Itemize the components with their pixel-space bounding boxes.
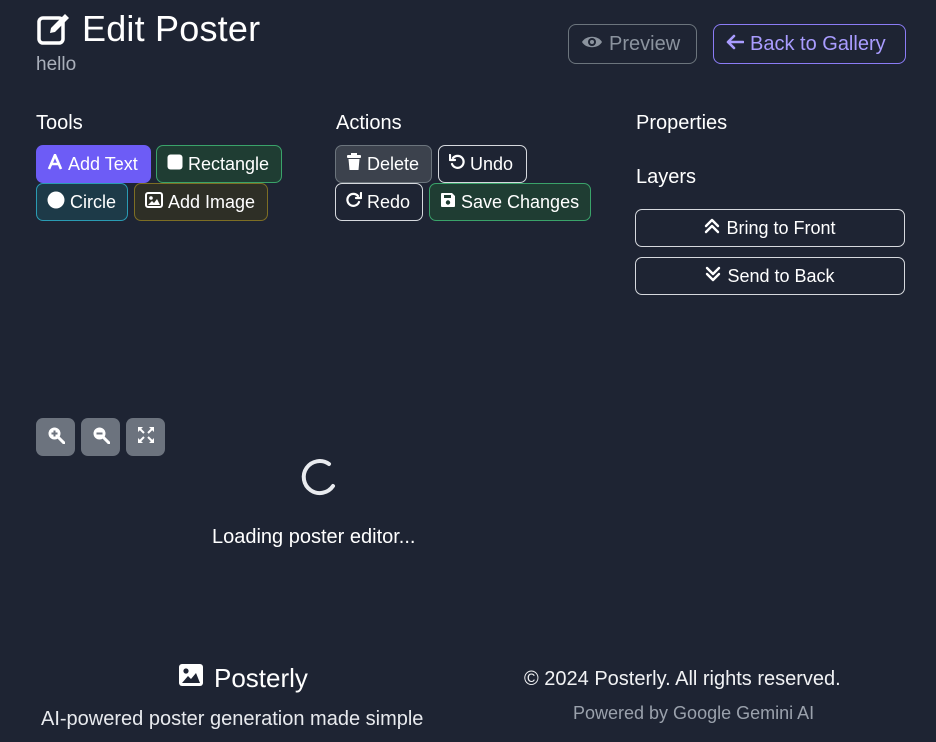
circle-button[interactable]: Circle: [36, 183, 128, 221]
fit-to-screen-button[interactable]: [126, 418, 165, 456]
eye-icon: [581, 33, 603, 56]
image-icon: [178, 663, 204, 694]
arrow-left-icon: [726, 33, 745, 56]
send-to-back-button[interactable]: Send to Back: [635, 257, 905, 295]
add-text-label: Add Text: [68, 153, 138, 174]
square-icon: [167, 154, 183, 175]
add-text-button[interactable]: Add Text: [36, 145, 151, 183]
save-changes-button[interactable]: Save Changes: [429, 183, 591, 221]
properties-heading: Properties: [636, 112, 728, 134]
circle-icon: [47, 191, 65, 214]
poster-subtitle: hello: [36, 54, 77, 75]
preview-label: Preview: [609, 32, 681, 55]
redo-button[interactable]: Redo: [335, 183, 423, 221]
loading-text: Loading poster editor...: [212, 526, 416, 548]
edit-icon: [36, 11, 72, 47]
bring-to-front-button[interactable]: Bring to Front: [635, 209, 905, 247]
redo-label: Redo: [367, 191, 411, 212]
add-image-button[interactable]: Add Image: [134, 183, 268, 221]
undo-icon: [448, 153, 465, 175]
redo-icon: [346, 191, 363, 213]
undo-button[interactable]: Undo: [438, 145, 527, 183]
double-chevron-down-icon: [705, 265, 721, 288]
actions-heading: Actions: [336, 112, 402, 134]
zoom-out-button[interactable]: [81, 418, 120, 456]
trash-icon: [346, 152, 362, 176]
delete-button[interactable]: Delete: [335, 145, 432, 183]
loading-spinner-icon: [299, 457, 339, 497]
image-icon: [145, 191, 163, 213]
zoom-in-button[interactable]: [36, 418, 75, 456]
circle-label: Circle: [70, 191, 117, 212]
zoom-in-icon: [47, 426, 65, 449]
rectangle-label: Rectangle: [188, 153, 270, 174]
back-to-gallery-button[interactable]: Back to Gallery: [713, 24, 906, 64]
footer-brand: Posterly: [178, 663, 308, 694]
footer-copyright: © 2024 Posterly. All rights reserved.: [524, 668, 841, 690]
rectangle-button[interactable]: Rectangle: [156, 145, 282, 183]
preview-button[interactable]: Preview: [568, 24, 697, 64]
page-title: Edit Poster: [82, 8, 261, 49]
brand-name: Posterly: [214, 663, 308, 693]
save-icon: [440, 192, 456, 213]
expand-icon: [137, 426, 155, 449]
bring-to-front-label: Bring to Front: [726, 217, 836, 238]
double-chevron-up-icon: [704, 217, 720, 240]
zoom-out-icon: [92, 426, 110, 449]
delete-label: Delete: [367, 153, 420, 174]
undo-label: Undo: [470, 153, 514, 174]
layers-heading: Layers: [636, 166, 697, 188]
font-icon: [47, 153, 63, 175]
tools-heading: Tools: [36, 112, 83, 134]
back-label: Back to Gallery: [750, 32, 886, 55]
page-header: Edit Poster: [36, 8, 260, 50]
powered-by-text: Powered by Google Gemini AI: [573, 703, 815, 723]
save-changes-label: Save Changes: [461, 191, 580, 212]
footer-tagline: AI-powered poster generation made simple: [41, 708, 424, 730]
add-image-label: Add Image: [168, 191, 256, 212]
send-to-back-label: Send to Back: [727, 265, 835, 286]
